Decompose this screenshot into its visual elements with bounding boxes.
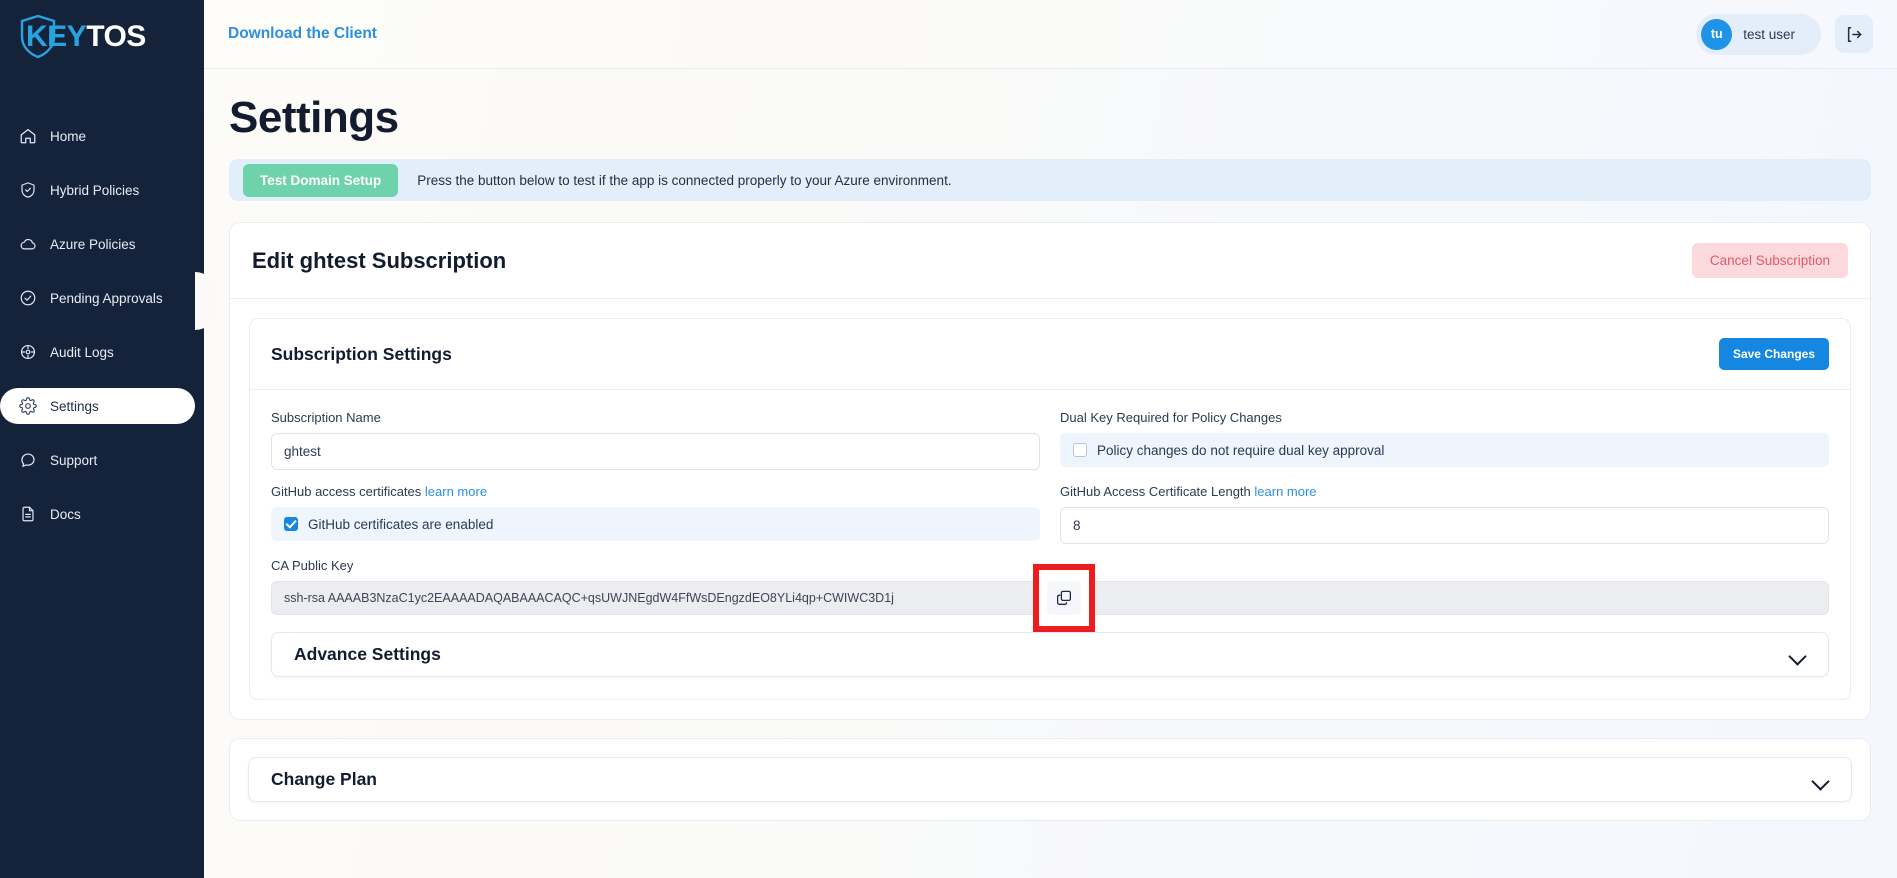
subscription-name-field: Subscription Name: [271, 410, 1040, 470]
sidebar-item-audit-logs[interactable]: Audit Logs: [0, 334, 204, 370]
sidebar-item-label: Home: [50, 128, 87, 144]
sidebar-item-support[interactable]: Support: [0, 442, 204, 478]
sidebar: KEYTOS Home Hybrid Policies Azure Polici…: [0, 0, 217, 878]
chat-icon: [18, 451, 37, 470]
cancel-subscription-button[interactable]: Cancel Subscription: [1691, 243, 1848, 278]
settings-grid: Subscription Name Dual Key Required for …: [271, 410, 1829, 558]
subscription-settings-title: Subscription Settings: [271, 343, 452, 364]
ca-public-key-field: CA Public Key ssh-rsa AAAAB3NzaC1yc2EAAA…: [271, 558, 1829, 632]
sidebar-nav: Home Hybrid Policies Azure Policies Pend…: [0, 118, 204, 532]
subscription-settings-panel: Subscription Settings Save Changes Subsc…: [249, 318, 1851, 700]
page-title: Settings: [229, 93, 399, 142]
cloud-icon: [18, 235, 37, 254]
user-name: test user: [1743, 26, 1795, 42]
dual-key-checkbox[interactable]: [1073, 443, 1087, 457]
logo-key-text: KEY: [26, 20, 87, 53]
sidebar-item-azure-policies[interactable]: Azure Policies: [0, 226, 204, 262]
copy-button-highlight: [1033, 564, 1095, 632]
subscription-card-body: Subscription Settings Save Changes Subsc…: [230, 299, 1870, 719]
dual-key-label: Dual Key Required for Policy Changes: [1060, 410, 1282, 425]
change-plan-accordion[interactable]: Change Plan: [248, 757, 1852, 802]
gear-icon: [18, 397, 37, 416]
github-cert-length-label-text: GitHub Access Certificate Length: [1060, 484, 1251, 499]
chevron-down-icon: [1812, 775, 1829, 785]
github-certificates-checkbox[interactable]: [284, 517, 298, 531]
sidebar-item-label: Audit Logs: [50, 344, 114, 360]
top-bar: Download the Client tu test user: [204, 0, 1897, 69]
avatar: tu: [1701, 18, 1733, 50]
learn-more-link[interactable]: learn more: [425, 484, 487, 499]
dual-key-checkbox-row[interactable]: Policy changes do not require dual key a…: [1060, 433, 1829, 467]
ca-public-key-row: ssh-rsa AAAAB3NzaC1yc2EAAAADAQABAAACAQC+…: [271, 564, 1829, 632]
subscription-settings-header: Subscription Settings Save Changes: [250, 319, 1850, 390]
compass-icon: [18, 343, 37, 362]
user-menu[interactable]: tu test user: [1696, 13, 1821, 55]
sidebar-item-label: Azure Policies: [50, 236, 136, 252]
logout-icon: [1847, 26, 1861, 42]
check-circle-icon: [18, 289, 37, 308]
github-cert-length-field: GitHub Access Certificate Length learn m…: [1060, 484, 1829, 544]
change-plan-label: Change Plan: [271, 769, 377, 789]
sidebar-item-label: Docs: [50, 506, 81, 522]
dual-key-field: Dual Key Required for Policy Changes Pol…: [1060, 410, 1829, 470]
test-domain-description: Press the button below to test if the ap…: [417, 172, 952, 188]
sidebar-item-pending-approvals[interactable]: Pending Approvals: [0, 280, 204, 316]
sidebar-item-label: Settings: [50, 398, 99, 414]
copy-icon: [1056, 590, 1072, 605]
brand-logo[interactable]: KEYTOS: [0, 0, 204, 74]
home-icon: [18, 127, 37, 146]
change-plan-card: Change Plan: [229, 738, 1871, 821]
subscription-name-input[interactable]: [271, 433, 1040, 470]
main-area: Download the Client tu test user Setting…: [204, 0, 1897, 878]
github-certificates-checkbox-row[interactable]: GitHub certificates are enabled: [271, 507, 1040, 541]
sidebar-item-label: Pending Approvals: [50, 290, 163, 306]
copy-ca-public-key-button[interactable]: [1047, 581, 1081, 615]
dual-key-checkbox-label: Policy changes do not require dual key a…: [1097, 442, 1385, 458]
shield-icon: [18, 181, 37, 200]
github-certificates-checkbox-label: GitHub certificates are enabled: [308, 516, 494, 532]
github-cert-length-input[interactable]: [1060, 507, 1829, 544]
github-certificates-label-text: GitHub access certificates: [271, 484, 422, 499]
save-changes-button[interactable]: Save Changes: [1718, 338, 1829, 370]
subscription-card: Edit ghtest Subscription Cancel Subscrip…: [229, 222, 1871, 720]
logo-tos-text: TOS: [86, 20, 146, 53]
advance-settings-label: Advance Settings: [294, 644, 441, 664]
sidebar-item-label: Support: [50, 452, 98, 468]
learn-more-link[interactable]: learn more: [1254, 484, 1316, 499]
subscription-card-title: Edit ghtest Subscription: [252, 247, 507, 273]
chevron-down-icon: [1789, 650, 1806, 660]
advance-settings-accordion[interactable]: Advance Settings: [271, 632, 1829, 677]
sidebar-item-settings[interactable]: Settings: [0, 388, 195, 424]
subscription-settings-body: Subscription Name Dual Key Required for …: [250, 390, 1850, 699]
github-certificates-label: GitHub access certificates learn more: [271, 484, 1040, 499]
logout-button[interactable]: [1835, 15, 1873, 53]
subscription-name-label: Subscription Name: [271, 410, 381, 425]
document-icon: [18, 505, 37, 524]
sidebar-item-home[interactable]: Home: [0, 118, 204, 154]
sidebar-item-label: Hybrid Policies: [50, 182, 140, 198]
github-certificates-field: GitHub access certificates learn more Gi…: [271, 484, 1040, 544]
subscription-card-header: Edit ghtest Subscription Cancel Subscrip…: [230, 223, 1870, 299]
test-domain-banner: Test Domain Setup Press the button below…: [229, 159, 1871, 201]
sidebar-item-docs[interactable]: Docs: [0, 496, 204, 532]
sidebar-item-hybrid-policies[interactable]: Hybrid Policies: [0, 172, 204, 208]
page-content: Settings Test Domain Setup Press the but…: [204, 69, 1897, 878]
github-cert-length-label: GitHub Access Certificate Length learn m…: [1060, 484, 1829, 499]
download-client-link[interactable]: Download the Client: [228, 25, 377, 43]
test-domain-setup-button[interactable]: Test Domain Setup: [243, 163, 399, 197]
